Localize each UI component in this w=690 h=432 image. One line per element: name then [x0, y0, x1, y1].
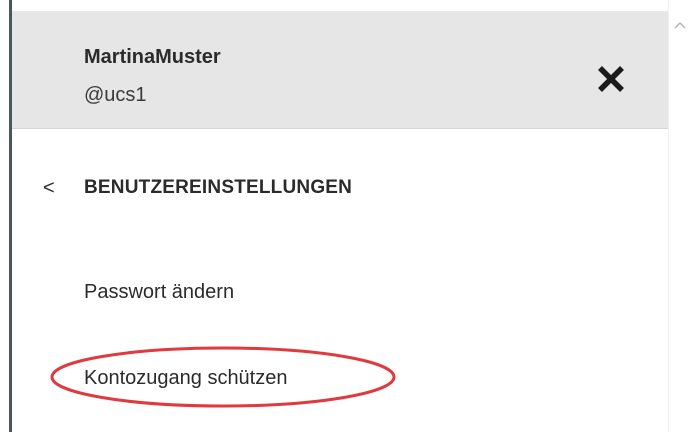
user-name: MartinaMuster [84, 46, 221, 68]
menu-item-label: Passwort ändern [84, 281, 235, 303]
section-title: BENUTZEREINSTELLUNGEN [84, 177, 353, 198]
close-icon [598, 66, 624, 92]
menu-item-protect-account[interactable]: Kontozugang schützen [12, 354, 668, 402]
user-handle: @ucs1 [84, 84, 147, 106]
left-edge [0, 0, 9, 432]
user-menu-panel: MartinaMuster @ucs1 < BENUTZEREINSTELLUN… [12, 0, 668, 432]
scrollbar[interactable] [668, 0, 690, 432]
user-header: MartinaMuster @ucs1 [12, 11, 668, 129]
section-back-row[interactable]: < BENUTZEREINSTELLUNGEN [12, 164, 668, 212]
menu-item-label: Kontozugang schützen [84, 367, 288, 389]
menu-item-change-password[interactable]: Passwort ändern [12, 268, 668, 316]
close-button[interactable] [594, 62, 628, 96]
chevron-left-icon: < [43, 177, 55, 199]
scroll-up-arrow-icon[interactable] [673, 20, 687, 30]
